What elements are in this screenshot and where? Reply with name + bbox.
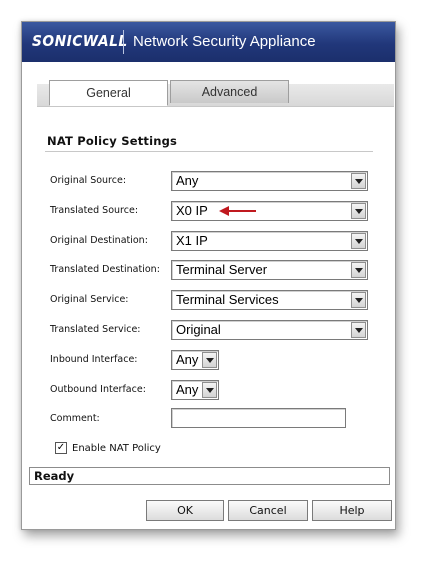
sonicwall-logo: SONICWALL bbox=[32, 32, 128, 50]
outbound-interface-value: Any bbox=[176, 382, 199, 397]
inbound-interface-value: Any bbox=[176, 352, 199, 367]
chevron-down-icon[interactable] bbox=[351, 322, 366, 338]
nat-policy-window: SONICWALL Network Security Appliance Gen… bbox=[21, 21, 396, 530]
tab-advanced[interactable]: Advanced bbox=[170, 80, 289, 103]
inbound-interface-label: Inbound Interface: bbox=[50, 354, 138, 365]
header-divider bbox=[123, 30, 124, 54]
chevron-down-icon[interactable] bbox=[351, 203, 366, 219]
chevron-down-icon[interactable] bbox=[202, 352, 217, 368]
translated-service-select[interactable]: Original bbox=[171, 320, 368, 340]
original-source-label: Original Source: bbox=[50, 175, 127, 186]
tab-general[interactable]: General bbox=[49, 80, 168, 106]
translated-source-label: Translated Source: bbox=[50, 205, 139, 216]
original-source-value: Any bbox=[176, 173, 199, 188]
original-service-value: Terminal Services bbox=[176, 292, 279, 307]
outbound-interface-select[interactable]: Any bbox=[171, 380, 219, 400]
window-header: SONICWALL Network Security Appliance bbox=[22, 22, 395, 62]
chevron-down-icon[interactable] bbox=[202, 382, 217, 398]
status-bar: Ready bbox=[29, 467, 390, 485]
original-destination-select[interactable]: X1 IP bbox=[171, 231, 368, 251]
red-arrow-icon bbox=[219, 206, 256, 216]
help-button[interactable]: Help bbox=[312, 500, 392, 521]
translated-source-select[interactable]: X0 IP bbox=[171, 201, 368, 221]
outbound-interface-label: Outbound Interface: bbox=[50, 384, 146, 395]
original-service-label: Original Service: bbox=[50, 294, 129, 305]
section-title: NAT Policy Settings bbox=[47, 134, 178, 148]
status-text: Ready bbox=[34, 469, 75, 483]
enable-nat-checkbox[interactable]: ✓ bbox=[55, 442, 67, 454]
chevron-down-icon[interactable] bbox=[351, 233, 366, 249]
enable-nat-label: Enable NAT Policy bbox=[72, 443, 161, 454]
inbound-interface-select[interactable]: Any bbox=[171, 350, 219, 370]
translated-destination-label: Translated Destination: bbox=[50, 264, 160, 275]
chevron-down-icon[interactable] bbox=[351, 173, 366, 189]
ok-button[interactable]: OK bbox=[146, 500, 224, 521]
translated-destination-value: Terminal Server bbox=[176, 262, 268, 277]
window-title: Network Security Appliance bbox=[133, 33, 316, 50]
original-destination-label: Original Destination: bbox=[50, 235, 148, 246]
translated-destination-select[interactable]: Terminal Server bbox=[171, 260, 368, 280]
chevron-down-icon[interactable] bbox=[351, 292, 366, 308]
translated-service-value: Original bbox=[176, 322, 221, 337]
translated-service-label: Translated Service: bbox=[50, 324, 141, 335]
chevron-down-icon[interactable] bbox=[351, 262, 366, 278]
original-source-select[interactable]: Any bbox=[171, 171, 368, 191]
checkmark-icon: ✓ bbox=[56, 442, 66, 453]
translated-source-value: X0 IP bbox=[176, 203, 208, 218]
comment-label: Comment: bbox=[50, 413, 100, 424]
original-service-select[interactable]: Terminal Services bbox=[171, 290, 368, 310]
cancel-button[interactable]: Cancel bbox=[228, 500, 308, 521]
comment-input[interactable] bbox=[171, 408, 346, 428]
original-destination-value: X1 IP bbox=[176, 233, 208, 248]
section-divider bbox=[45, 151, 373, 152]
